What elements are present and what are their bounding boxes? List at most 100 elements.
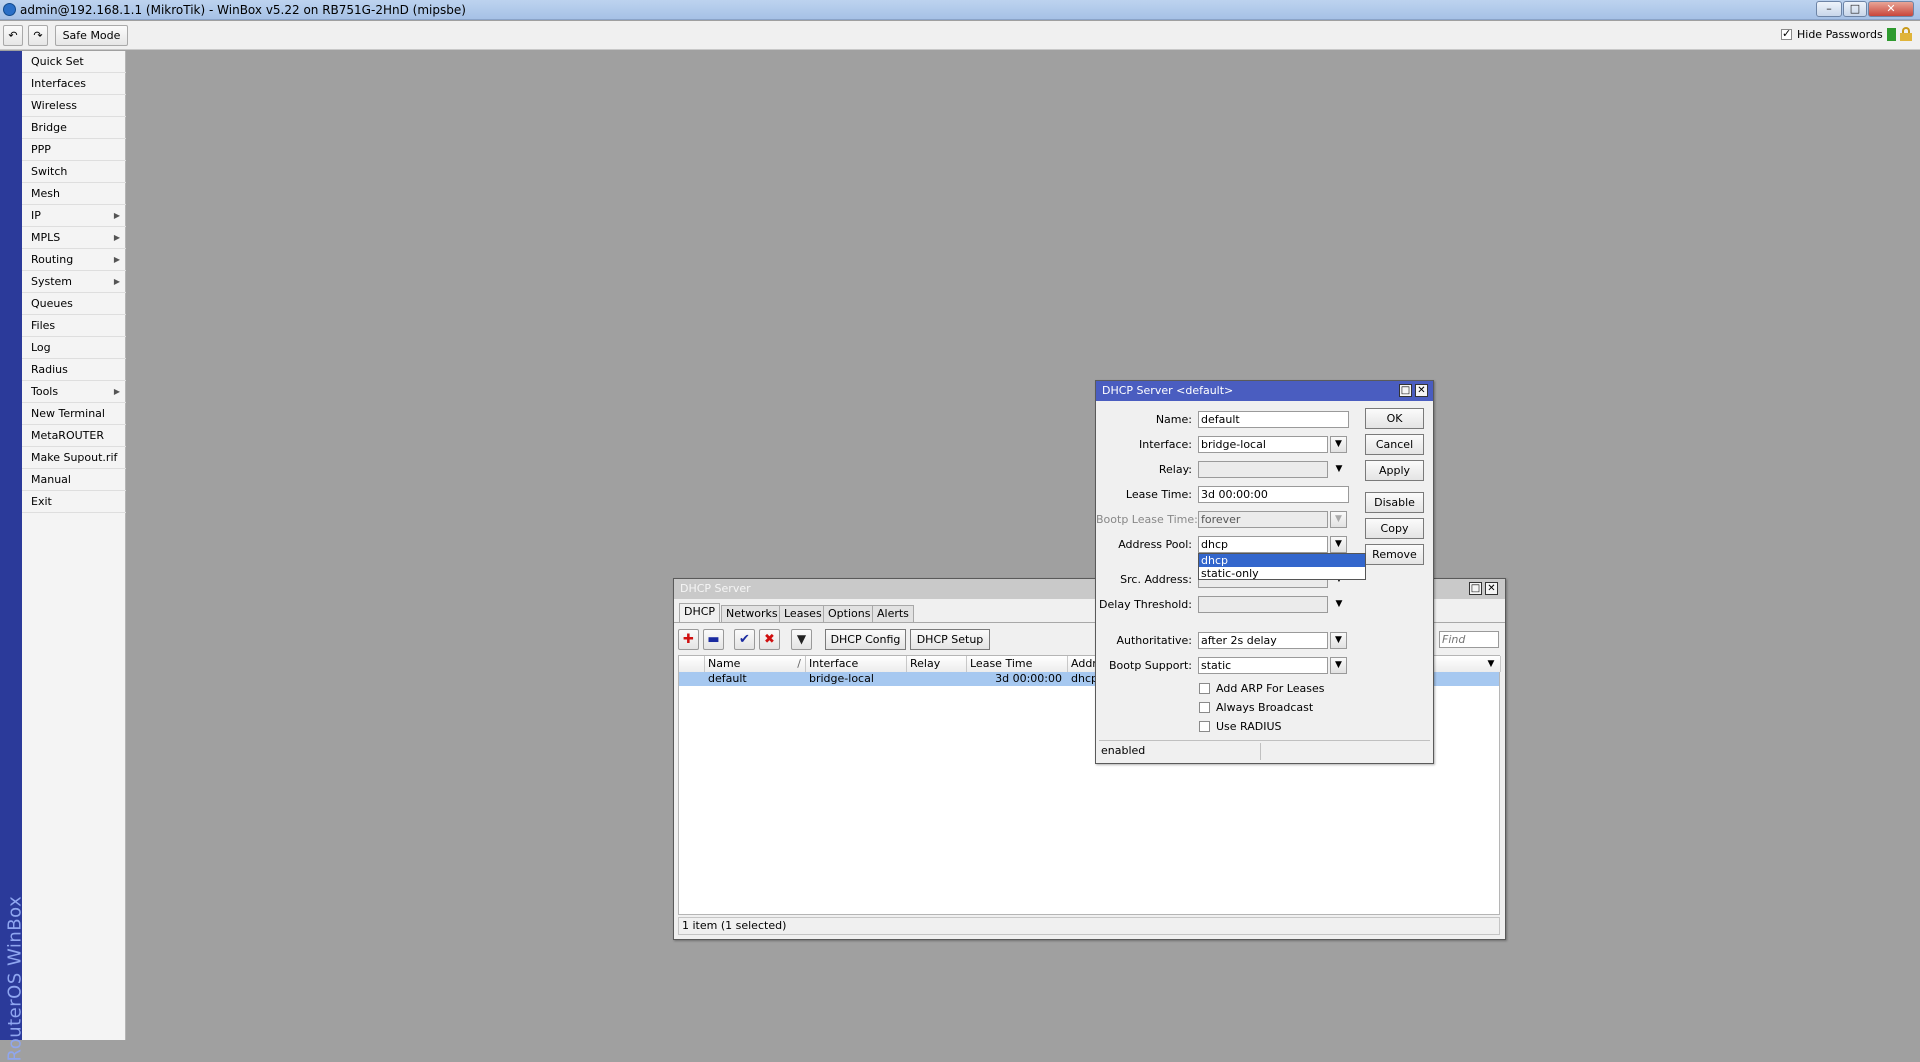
menu-item-interfaces[interactable]: Interfaces <box>22 73 126 95</box>
dhcp-setup-button[interactable]: DHCP Setup <box>910 629 990 650</box>
add-icon[interactable]: ✚ <box>678 629 699 650</box>
menu-item-exit[interactable]: Exit <box>22 491 126 513</box>
hide-passwords-checkbox[interactable]: ✓ <box>1781 27 1792 40</box>
tab-leases[interactable]: Leases <box>779 605 827 622</box>
dialog-maximize-icon[interactable]: □ <box>1399 384 1412 397</box>
address-pool-select[interactable]: dhcp <box>1198 536 1328 553</box>
table-header-marker <box>679 656 705 672</box>
menu-item-switch[interactable]: Switch <box>22 161 126 183</box>
winbox-app-icon <box>3 3 16 16</box>
authoritative-dropdown-icon[interactable]: ▼ <box>1330 632 1347 649</box>
menu-item-routing[interactable]: Routing ▶ <box>22 249 126 271</box>
tab-options[interactable]: Options <box>823 605 876 622</box>
menu-item-radius[interactable]: Radius <box>22 359 126 381</box>
relay-field[interactable] <box>1198 461 1328 478</box>
menu-item-mesh[interactable]: Mesh <box>22 183 126 205</box>
tab-alerts[interactable]: Alerts <box>872 605 914 622</box>
copy-button[interactable]: Copy <box>1365 518 1424 539</box>
column-chooser-icon[interactable]: ▼ <box>1483 656 1499 672</box>
undo-button[interactable]: ↶ <box>3 25 23 46</box>
ok-button[interactable]: OK <box>1365 408 1424 429</box>
disable-cross-icon[interactable]: ✖ <box>759 629 780 650</box>
interface-select[interactable]: bridge-local <box>1198 436 1328 453</box>
close-icon[interactable]: ✕ <box>1868 1 1914 17</box>
tab-networks[interactable]: Networks <box>721 605 783 622</box>
src-address-label: Src. Address: <box>1120 573 1192 586</box>
menu-item-log[interactable]: Log <box>22 337 126 359</box>
maximize-icon[interactable]: □ <box>1843 1 1867 17</box>
add-arp-label: Add ARP For Leases <box>1216 682 1325 695</box>
menu-item-new-terminal[interactable]: New Terminal <box>22 403 126 425</box>
disable-button[interactable]: Disable <box>1365 492 1424 513</box>
dhcp-config-button[interactable]: DHCP Config <box>825 629 906 650</box>
menu-item-ppp[interactable]: PPP <box>22 139 126 161</box>
enable-check-icon[interactable]: ✔ <box>734 629 755 650</box>
lease-time-field[interactable]: 3d 00:00:00 <box>1198 486 1349 503</box>
column-header-lease-time[interactable]: Lease Time <box>967 656 1068 672</box>
menu-item-make-supout-rif[interactable]: Make Supout.rif <box>22 447 126 469</box>
always-broadcast-checkbox[interactable] <box>1199 702 1210 713</box>
name-field[interactable]: default <box>1198 411 1349 428</box>
bootp-support-select[interactable]: static <box>1198 657 1328 674</box>
add-arp-checkbox[interactable] <box>1199 683 1210 694</box>
status-divider <box>1099 740 1430 741</box>
use-radius-checkbox[interactable] <box>1199 721 1210 732</box>
safe-mode-button[interactable]: Safe Mode <box>55 25 128 46</box>
menu-item-label: Manual <box>31 473 71 486</box>
bootp-lease-time-dropdown-icon[interactable]: ▼ <box>1330 511 1347 528</box>
tab-label: Networks <box>726 607 778 620</box>
bootp-lease-time-label: Bootp Lease Time: <box>1096 513 1198 526</box>
menu-item-label: IP <box>31 209 41 222</box>
column-label: Relay <box>910 657 941 670</box>
apply-button[interactable]: Apply <box>1365 460 1424 481</box>
dialog-close-icon[interactable]: ✕ <box>1415 384 1428 397</box>
lock-icon <box>1900 27 1912 41</box>
address-pool-dropdown-icon[interactable]: ▼ <box>1330 536 1347 553</box>
menu-item-queues[interactable]: Queues <box>22 293 126 315</box>
menu-item-bridge[interactable]: Bridge <box>22 117 126 139</box>
remove-button[interactable]: Remove <box>1365 544 1424 565</box>
delay-threshold-dropdown-icon[interactable]: ▼ <box>1332 596 1346 613</box>
bootp-lease-time-select[interactable]: forever <box>1198 511 1328 528</box>
name-label: Name: <box>1155 413 1192 426</box>
relay-dropdown-icon[interactable]: ▼ <box>1332 461 1346 478</box>
menu-item-label: Log <box>31 341 51 354</box>
menu-item-mpls[interactable]: MPLS ▶ <box>22 227 126 249</box>
dialog-title: DHCP Server <default> <box>1102 384 1234 397</box>
menu-item-files[interactable]: Files <box>22 315 126 337</box>
remove-icon[interactable]: ▬ <box>703 629 724 650</box>
menu-item-wireless[interactable]: Wireless <box>22 95 126 117</box>
column-header-name[interactable]: Name / <box>705 656 806 672</box>
dropdown-option-dhcp[interactable]: dhcp <box>1199 554 1365 567</box>
menu-item-label: Quick Set <box>31 55 84 68</box>
dhcp-server-default-dialog: DHCP Server <default> □ ✕ Name: Interfac… <box>1095 380 1434 764</box>
menu-item-quick-set[interactable]: Quick Set <box>22 51 126 73</box>
address-pool-dropdown-list: dhcp static-only <box>1198 553 1366 580</box>
authoritative-select[interactable]: after 2s delay <box>1198 632 1328 649</box>
menu-item-label: Files <box>31 319 56 332</box>
menu-item-label: Queues <box>31 297 73 310</box>
menu-item-tools[interactable]: Tools ▶ <box>22 381 126 403</box>
window-maximize-icon[interactable]: □ <box>1469 582 1482 595</box>
tab-dhcp[interactable]: DHCP <box>679 603 721 622</box>
column-header-interface[interactable]: Interface <box>806 656 907 672</box>
dialog-titlebar[interactable]: DHCP Server <default> <box>1096 381 1433 401</box>
redo-button[interactable]: ↷ <box>28 25 48 46</box>
delay-threshold-field[interactable] <box>1198 596 1328 613</box>
window-close-icon[interactable]: ✕ <box>1485 582 1498 595</box>
menu-item-metarouter[interactable]: MetaROUTER <box>22 425 126 447</box>
menu-item-label: Wireless <box>31 99 78 112</box>
menu-item-ip[interactable]: IP ▶ <box>22 205 126 227</box>
bootp-support-dropdown-icon[interactable]: ▼ <box>1330 657 1347 674</box>
use-radius-label: Use RADIUS <box>1216 720 1282 733</box>
find-input[interactable] <box>1439 631 1499 648</box>
cancel-button[interactable]: Cancel <box>1365 434 1424 455</box>
filter-icon[interactable]: ▼ <box>791 629 812 650</box>
menu-item-manual[interactable]: Manual <box>22 469 126 491</box>
column-header-relay[interactable]: Relay <box>907 656 967 672</box>
dropdown-option-static-only[interactable]: static-only <box>1199 567 1365 580</box>
cell-relay <box>907 672 967 686</box>
menu-item-system[interactable]: System ▶ <box>22 271 126 293</box>
interface-dropdown-icon[interactable]: ▼ <box>1330 436 1347 453</box>
minimize-icon[interactable]: – <box>1816 1 1842 17</box>
